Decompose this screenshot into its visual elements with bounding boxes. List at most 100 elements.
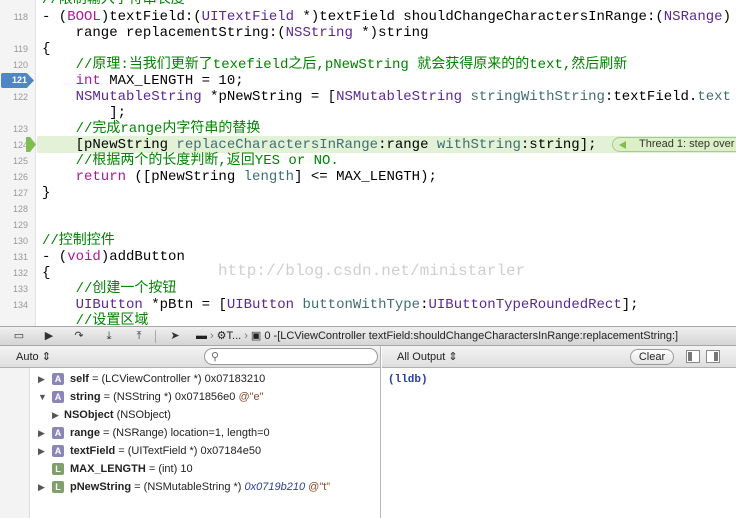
frame-icon: ▣ <box>250 330 262 342</box>
line-number: 133 <box>12 284 28 294</box>
disclosure-down-icon[interactable]: ▼ <box>38 388 47 406</box>
disclosure-right-icon[interactable]: ▶ <box>38 442 45 460</box>
search-input[interactable] <box>225 350 370 363</box>
code-token: [pNewString <box>42 137 177 153</box>
code-token: :textField. <box>604 89 698 105</box>
jump-thread[interactable]: T... <box>227 330 242 342</box>
variables-search[interactable]: ⚲ <box>204 348 378 365</box>
show-console-view-icon[interactable] <box>706 350 720 363</box>
code-token: *)string <box>352 25 429 41</box>
process-icon: ⚙ <box>216 330 227 342</box>
code-line: //完成range内字符串的替换 <box>42 121 261 137</box>
step-over-icon[interactable]: ↷ <box>70 329 88 344</box>
variable-type: = (NSMutableString *) <box>131 481 245 493</box>
argument-icon: A <box>52 391 64 403</box>
step-out-icon[interactable]: ⤒ <box>130 329 148 344</box>
jump-bar[interactable]: ▬ › ⚙T... › ▣ 0 -[LCViewController textField… <box>196 329 678 344</box>
line-number: 118 <box>13 12 28 22</box>
code-token: stringWithString <box>462 89 605 105</box>
variable-row[interactable]: ▶ NSObject (NSObject) <box>30 406 380 424</box>
console-header: All Output ⇕ Clear <box>382 346 736 368</box>
divider <box>155 330 156 343</box>
breakpoint-line-number: 121 <box>11 75 27 85</box>
variable-name: string <box>70 391 101 403</box>
frame-number: 0 <box>264 330 271 342</box>
code-token: *pBtn = [ <box>142 297 227 313</box>
variable-row[interactable]: ▼ A string = (NSString *) 0x071856e0 @"e… <box>30 388 380 406</box>
line-number: 123 <box>12 124 28 134</box>
code-line: [pNewString replaceCharactersInRange:ran… <box>42 137 597 153</box>
local-variable-icon: L <box>52 481 64 493</box>
code-token: buttonWithType <box>294 297 421 313</box>
code-line: //根据两个的长度判断,返回YES or NO. <box>42 153 339 169</box>
variables-side-strip <box>0 368 30 518</box>
console-view[interactable]: All Output ⇕ Clear (lldb) <box>382 346 736 518</box>
code-token: :range <box>378 137 437 153</box>
code-token: NSString <box>285 25 353 41</box>
code-token: UIButtonTypeRoundedRect <box>428 297 622 313</box>
variable-value: 0x07183210 <box>204 373 266 385</box>
variable-name: MAX_LENGTH <box>70 463 146 475</box>
code-line: { <box>42 41 51 57</box>
variable-name: range <box>70 427 100 439</box>
thread-step-badge[interactable]: Thread 1: step over <box>612 137 736 152</box>
variable-name: NSObject <box>64 409 114 421</box>
variable-row[interactable]: L MAX_LENGTH = (int) 10 <box>30 460 380 478</box>
code-token: ([pNewString <box>126 169 244 185</box>
source-editor[interactable]: 118 119 120 122 123 124 125 126 127 128 … <box>0 0 736 326</box>
code-token: NSMutableString <box>42 89 202 105</box>
code-token: UIButton <box>42 297 143 313</box>
variable-type: = (NSString *) <box>100 391 175 403</box>
code-token: replaceCharactersInRange <box>176 137 379 153</box>
search-icon: ⚲ <box>211 351 220 363</box>
toggle-debug-area-icon[interactable]: ▭ <box>10 329 28 344</box>
code-token: NSMutableString <box>336 89 463 105</box>
step-into-icon[interactable]: ⤓ <box>100 329 118 344</box>
line-number: 131 <box>12 252 28 262</box>
line-number: 128 <box>12 204 28 214</box>
line-number: 119 <box>13 44 28 54</box>
show-variables-view-icon[interactable] <box>686 350 700 363</box>
scope-label: Auto <box>16 351 39 363</box>
watermark: http://blog.csdn.net/ministarler <box>218 262 526 280</box>
variable-row[interactable]: ▶ A range = (NSRange) location=1, length… <box>30 424 380 442</box>
line-number: 130 <box>12 236 28 246</box>
code-line: - (void)addButton <box>42 249 185 265</box>
disclosure-right-icon[interactable]: ▶ <box>38 370 45 388</box>
code-token: BOOL <box>67 9 101 25</box>
code-token: range replacementString:( <box>42 25 286 41</box>
variable-row[interactable]: ▶ A textField = (UITextField *) 0x07184e… <box>30 442 380 460</box>
code-token: UIButton <box>226 297 295 313</box>
variable-value: 0x0719b210 <box>244 481 306 493</box>
disclosure-right-icon[interactable]: ▶ <box>38 478 45 496</box>
continue-icon[interactable]: ▶︎ <box>40 329 58 344</box>
code-line: ]; <box>42 105 127 121</box>
popup-arrows-icon: ⇕ <box>448 351 458 363</box>
line-number: 129 <box>12 220 28 230</box>
line-number: 124 <box>12 140 28 150</box>
local-variable-icon: L <box>52 463 64 475</box>
variable-type: = (UITextField *) <box>115 445 201 457</box>
clear-button[interactable]: Clear <box>630 349 674 365</box>
variable-summary: @"t" <box>305 481 331 493</box>
location-arrow-icon[interactable]: ➤ <box>166 329 184 344</box>
variable-value: 0x07184e50 <box>200 445 262 457</box>
variable-type: (NSObject) <box>113 409 171 421</box>
chevron-right-icon: › <box>210 330 214 342</box>
code-line: - (BOOL)textField:(UITextField *)textFie… <box>42 9 731 25</box>
disclosure-right-icon[interactable]: ▶ <box>38 424 45 442</box>
output-selector[interactable]: All Output ⇕ <box>397 350 458 363</box>
code-token: textField <box>109 9 185 25</box>
lldb-prompt: (lldb) <box>388 374 428 386</box>
line-number: 132 <box>12 268 28 278</box>
variable-row[interactable]: ▶ L pNewString = (NSMutableString *) 0x0… <box>30 478 380 496</box>
frame-name[interactable]: -[LCViewController textField:shouldChang… <box>274 330 679 342</box>
code-token: int <box>42 73 101 89</box>
variable-value: 10 <box>180 463 193 475</box>
variable-row[interactable]: ▶ A self = (LCViewController *) 0x071832… <box>30 370 380 388</box>
chevron-right-icon: › <box>244 330 248 342</box>
disclosure-right-icon[interactable]: ▶ <box>52 406 59 424</box>
line-number: 120 <box>12 60 28 70</box>
scope-selector[interactable]: Auto ⇕ <box>16 350 51 363</box>
variable-summary: @"e" <box>235 391 264 403</box>
